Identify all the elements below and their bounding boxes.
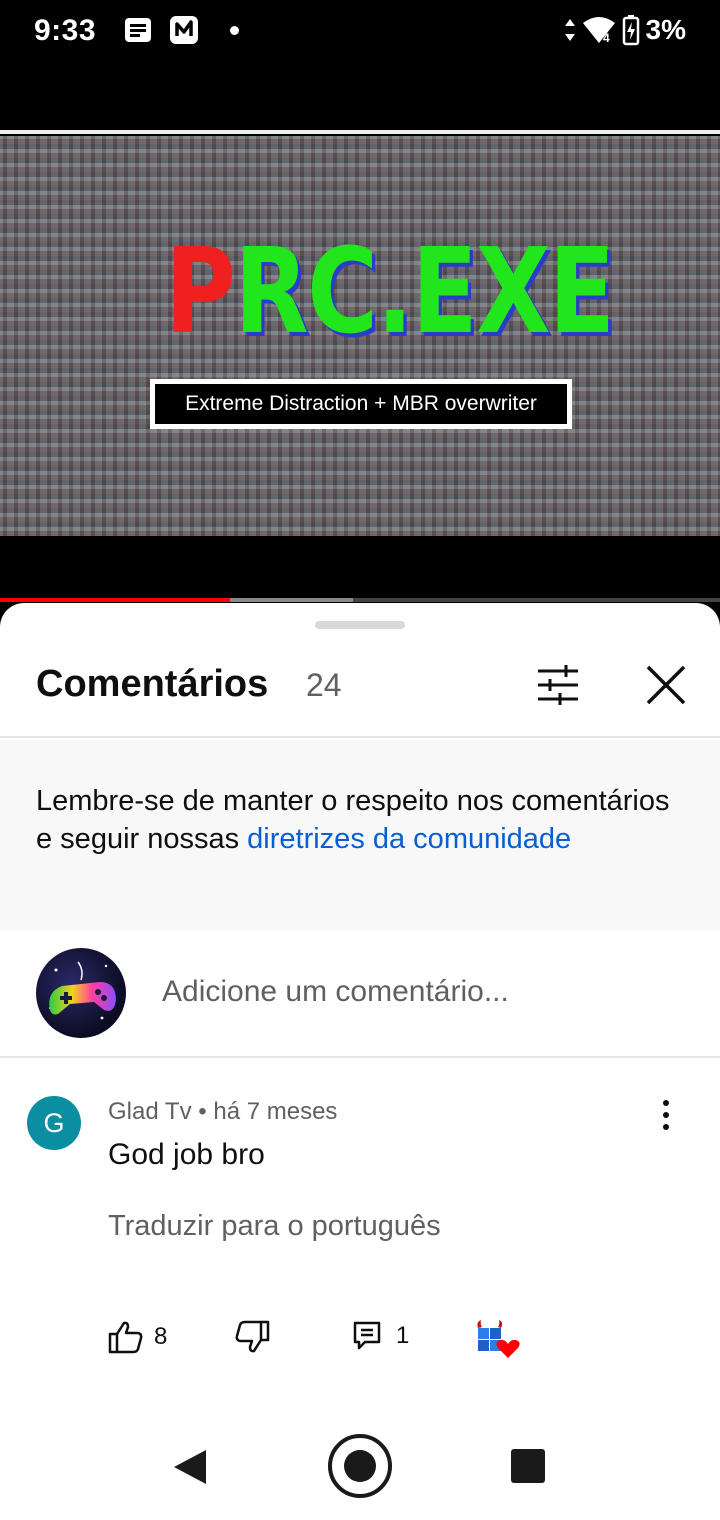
like-count: 8 [154,1323,168,1350]
data-arrows-icon [564,19,575,41]
more-notifications-dot [230,25,239,35]
comment-item: G Glad Tv • há 7 meses God job bro Tradu… [0,1058,720,1398]
thumbnail-title: PRC.EXE [165,232,615,350]
reply-button[interactable]: 1 [352,1320,409,1352]
video-player[interactable]: PRC.EXE Extreme Distraction + MBR overwr… [0,66,720,606]
creator-heart-icon [477,1320,520,1358]
comment-author[interactable]: Glad Tv [108,1098,192,1125]
thumbs-down-icon [235,1320,270,1353]
creator-heart [476,1320,520,1360]
thumbnail-title-red: P [165,222,236,360]
comment-actions: 8 1 [108,1320,708,1360]
translate-link[interactable]: Traduzir para o português [108,1210,441,1243]
back-icon[interactable] [172,1448,208,1486]
comments-title: Comentários [36,663,269,705]
news-icon [125,18,151,42]
progress-played [0,598,231,602]
wifi-icon: 4 [582,17,615,45]
more-options-icon[interactable] [656,1098,676,1132]
comments-count: 24 [306,667,342,703]
battery-charging-icon [622,15,639,46]
add-comment-row[interactable]: Adicione um comentário... [0,930,720,1058]
close-icon[interactable] [640,659,692,711]
commenter-avatar[interactable]: G [27,1096,81,1150]
thumbnail-subtitle: Extreme Distraction + MBR overwriter [150,379,572,429]
comments-sheet: Comentários 24 Lembre-se de manter o res… [0,603,720,1520]
video-top-divider [0,130,720,134]
dislike-button[interactable] [234,1320,270,1354]
reply-count: 1 [396,1322,410,1349]
recent-apps-icon[interactable] [510,1448,546,1484]
comment-time: há 7 meses [213,1098,338,1125]
home-icon[interactable] [326,1432,394,1500]
user-avatar [36,948,126,1038]
like-button[interactable]: 8 [108,1320,167,1354]
status-time: 9:33 [34,14,97,47]
meta-separator: • [191,1098,214,1125]
sheet-header: Comentários 24 [0,643,720,738]
gamepad-avatar-icon [49,961,117,1020]
comment-meta: Glad Tv • há 7 meses [108,1098,337,1126]
sort-filter-icon[interactable] [530,659,586,711]
battery-percentage: 3% [645,14,686,45]
app-notification-icon [170,16,198,44]
notification-icons [122,14,239,46]
system-nav-bar [0,1410,720,1520]
add-comment-input[interactable]: Adicione um comentário... [162,975,509,1009]
sheet-drag-handle[interactable] [315,621,405,629]
thumbs-up-icon [108,1321,143,1354]
status-bar: 9:33 4 3% [0,0,720,66]
svg-text:4: 4 [603,31,610,45]
system-status-icons: 4 3% [564,14,686,46]
guidelines-link[interactable]: diretrizes da comunidade [247,823,571,855]
comment-text: God job bro [108,1138,265,1171]
reply-comment-icon [353,1321,381,1350]
thumbnail-title-green: RC.EXE [234,222,615,360]
community-guidelines-notice: Lembre-se de manter o respeito nos comen… [0,740,720,930]
video-progress-bar[interactable] [0,598,720,602]
video-thumbnail[interactable]: PRC.EXE Extreme Distraction + MBR overwr… [0,136,720,536]
